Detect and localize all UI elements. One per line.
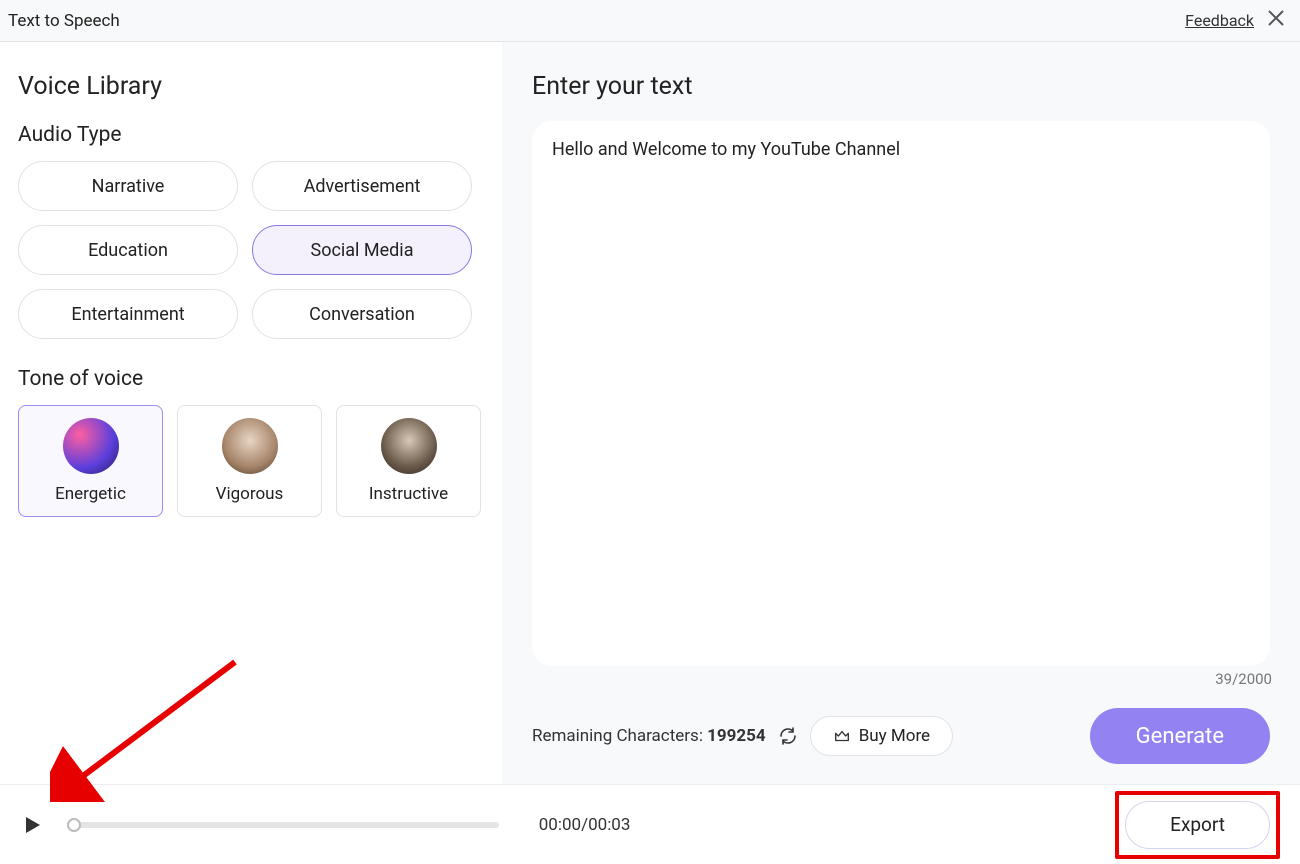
buy-more-label: Buy More <box>859 726 930 746</box>
text-input[interactable] <box>552 139 1250 648</box>
tone-label: Instructive <box>369 484 448 504</box>
audio-type-title: Audio Type <box>18 123 484 147</box>
audio-type-narrative[interactable]: Narrative <box>18 161 238 211</box>
audio-type-entertainment[interactable]: Entertainment <box>18 289 238 339</box>
main-panel: Enter your text 39/2000 Remaining Charac… <box>502 42 1300 784</box>
audio-type-education[interactable]: Education <box>18 225 238 275</box>
avatar <box>63 418 119 474</box>
tone-title: Tone of voice <box>18 367 484 391</box>
progress-slider[interactable] <box>74 822 499 828</box>
tone-label: Vigorous <box>216 484 284 504</box>
buy-more-button[interactable]: Buy More <box>810 716 953 756</box>
avatar <box>222 418 278 474</box>
feedback-link[interactable]: Feedback <box>1185 11 1254 30</box>
main-footer: Remaining Characters: 199254 Buy More Ge… <box>532 672 1270 784</box>
enter-text-title: Enter your text <box>532 72 1270 101</box>
audio-type-grid: Narrative Advertisement Education Social… <box>18 161 484 339</box>
slider-thumb[interactable] <box>67 818 81 832</box>
tone-label: Energetic <box>55 484 126 504</box>
tone-energetic[interactable]: Energetic <box>18 405 163 517</box>
audio-type-social-media[interactable]: Social Media <box>252 225 472 275</box>
remaining-value: 199254 <box>707 726 766 746</box>
tone-grid: Energetic Vigorous Instructive <box>18 405 484 517</box>
app-header: Text to Speech Feedback <box>0 0 1300 42</box>
audio-player: 00:00/00:03 Export <box>0 784 1300 864</box>
play-icon[interactable] <box>20 813 44 837</box>
remaining-characters: Remaining Characters: 199254 Buy More <box>532 716 953 756</box>
app-title: Text to Speech <box>8 11 120 31</box>
tone-instructive[interactable]: Instructive <box>336 405 481 517</box>
header-actions: Feedback <box>1185 8 1286 33</box>
avatar <box>381 418 437 474</box>
close-icon[interactable] <box>1266 8 1286 33</box>
refresh-icon[interactable] <box>778 726 798 746</box>
time-display: 00:00/00:03 <box>539 815 631 835</box>
export-highlight: Export <box>1115 791 1280 859</box>
textarea-container: 39/2000 <box>532 121 1270 666</box>
remaining-label: Remaining Characters: <box>532 726 707 746</box>
audio-type-conversation[interactable]: Conversation <box>252 289 472 339</box>
crown-icon <box>833 727 851 745</box>
audio-type-advertisement[interactable]: Advertisement <box>252 161 472 211</box>
generate-button[interactable]: Generate <box>1090 708 1270 764</box>
sidebar: Voice Library Audio Type Narrative Adver… <box>0 42 502 784</box>
export-button[interactable]: Export <box>1125 801 1270 849</box>
char-counter: 39/2000 <box>1215 670 1272 688</box>
voice-library-title: Voice Library <box>18 72 484 101</box>
tone-vigorous[interactable]: Vigorous <box>177 405 322 517</box>
